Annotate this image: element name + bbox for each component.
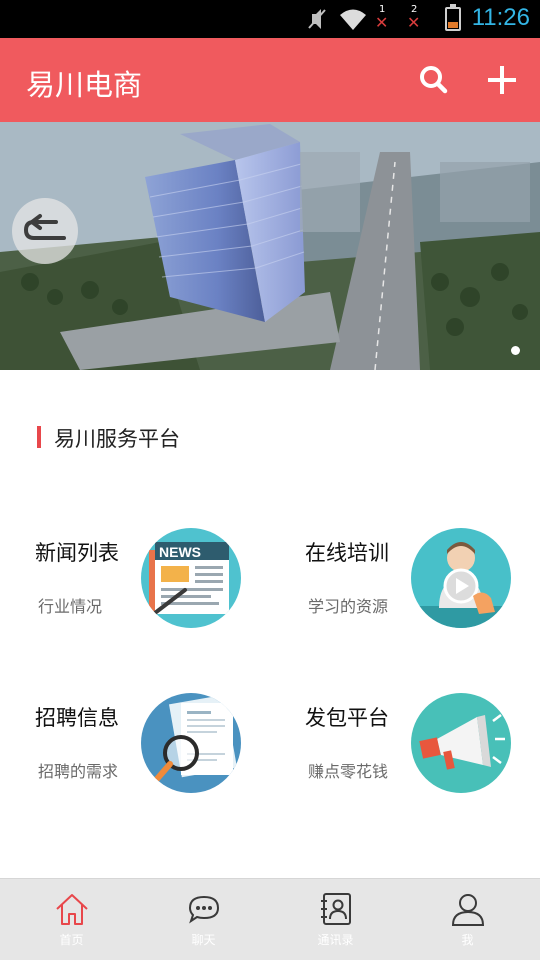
home-icon — [56, 894, 88, 925]
search-button[interactable] — [414, 60, 454, 100]
service-tile-training[interactable]: 在线培训 学习的资源 — [305, 528, 540, 647]
banner-carousel[interactable] — [0, 122, 540, 370]
app-title: 易川电商 — [26, 68, 143, 102]
service-subtitle: 学习的资源 — [308, 597, 389, 616]
service-tile-news[interactable]: 新闻列表 行业情况 NEWS — [35, 528, 275, 647]
chat-icon — [188, 895, 220, 924]
no-signal-icon: ✕ — [407, 13, 421, 32]
status-clock: 11:26 — [471, 4, 530, 31]
wifi-icon — [338, 6, 368, 39]
service-title: 招聘信息 — [35, 706, 119, 730]
nav-label: 首页 — [59, 933, 84, 947]
service-tile-recruitment[interactable]: 招聘信息 招聘的需求 — [35, 693, 275, 812]
return-arrow-icon — [23, 214, 66, 240]
add-button[interactable] — [482, 60, 522, 100]
nav-item-chat[interactable]: 聊天 — [136, 879, 271, 960]
news-banner-text: NEWS — [159, 544, 201, 560]
service-subtitle: 行业情况 — [38, 597, 103, 616]
app-bar: 易川电商 — [0, 38, 540, 122]
nav-label: 我 — [461, 933, 474, 947]
megaphone-icon — [411, 693, 511, 793]
status-bar: 1 ✕ 2 ✕ 11:26 — [0, 0, 540, 38]
nav-item-contacts[interactable]: 通讯录 — [268, 879, 403, 960]
bottom-navigation: 首页 聊天 通讯录 我 — [0, 878, 540, 960]
news-icon: NEWS — [141, 528, 241, 628]
search-icon — [420, 66, 448, 94]
section-title: 易川服务平台 — [54, 427, 180, 451]
resume-magnifier-icon — [141, 693, 241, 793]
section-accent-bar — [37, 426, 41, 448]
service-title: 新闻列表 — [35, 541, 119, 565]
banner-image — [0, 122, 540, 370]
back-button[interactable] — [12, 198, 78, 264]
nav-label: 通讯录 — [317, 933, 354, 947]
mute-icon — [306, 6, 328, 39]
battery-icon — [445, 4, 461, 31]
video-training-icon — [411, 528, 511, 628]
service-subtitle: 赚点零花钱 — [308, 762, 389, 781]
nav-label: 聊天 — [191, 933, 216, 947]
nav-item-profile[interactable]: 我 — [400, 879, 535, 960]
plus-icon — [488, 66, 516, 94]
service-tile-outsourcing[interactable]: 发包平台 赚点零花钱 — [305, 693, 540, 812]
carousel-indicator[interactable] — [511, 346, 520, 355]
contacts-icon — [321, 893, 351, 925]
profile-icon — [451, 894, 485, 926]
service-title: 发包平台 — [305, 706, 389, 730]
no-signal-icon: ✕ — [375, 13, 389, 32]
service-title: 在线培训 — [305, 541, 389, 565]
nav-item-home[interactable]: 首页 — [4, 879, 139, 960]
service-subtitle: 招聘的需求 — [38, 762, 119, 781]
